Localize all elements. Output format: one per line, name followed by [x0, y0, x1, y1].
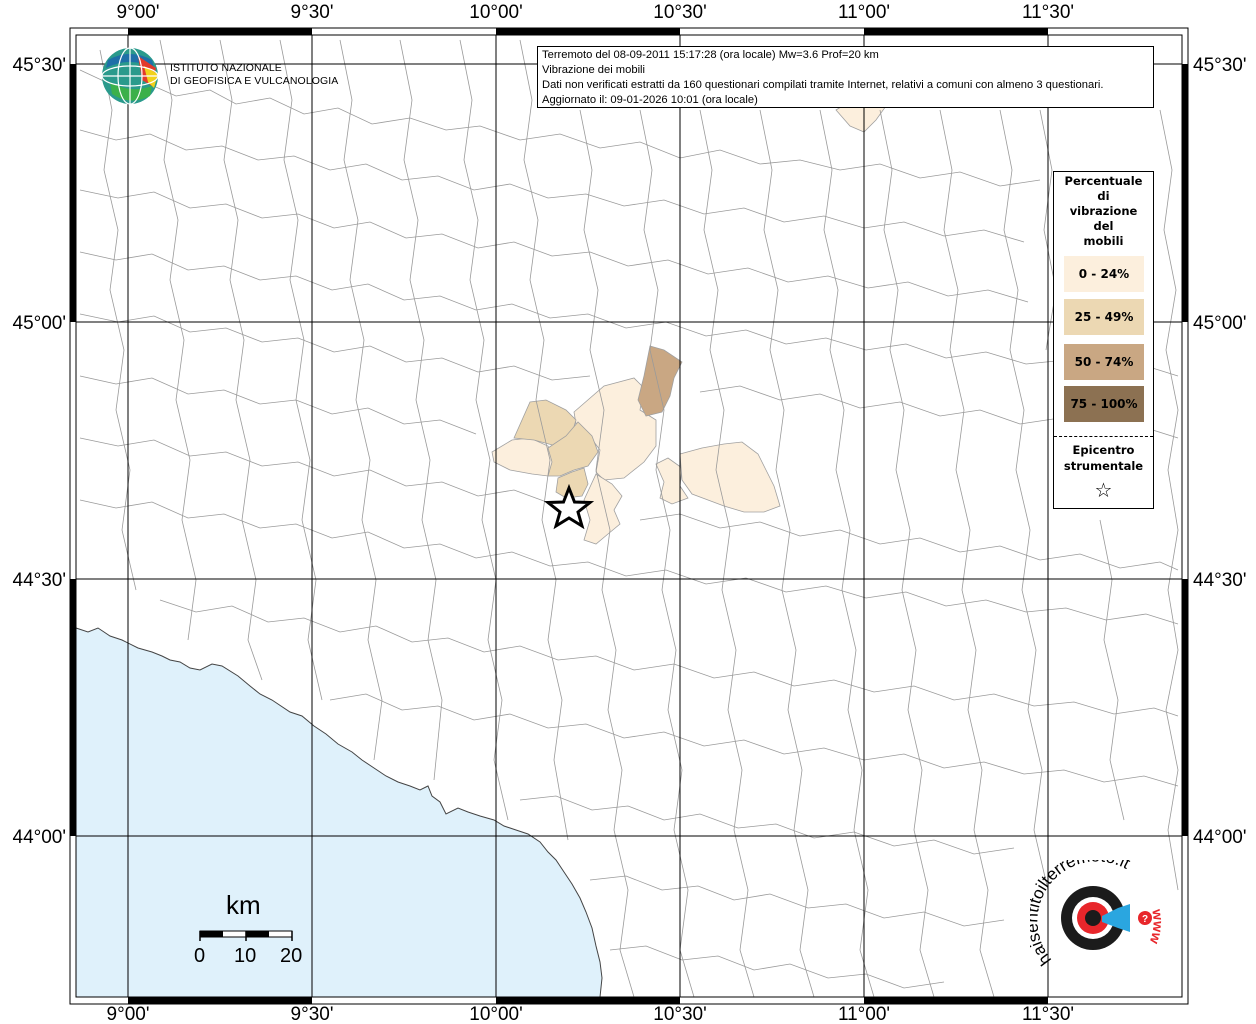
ingv-logo	[100, 46, 164, 114]
lat-label: 44°00'	[1193, 827, 1247, 848]
lon-label: 11°00'	[838, 2, 890, 23]
scale-tick: 10	[234, 945, 257, 967]
info-line-2: Vibrazione dei mobili	[542, 64, 646, 76]
legend-title: Percentuale di vibrazione del mobili	[1054, 172, 1153, 249]
svg-text:www: www	[1147, 907, 1167, 946]
scale-tick: 20	[280, 945, 303, 967]
legend-star-icon: ☆	[1094, 478, 1113, 502]
latitude-labels-right: 45°30' 45°00' 44°30' 44°00'	[1193, 55, 1247, 848]
longitude-labels-bottom: 9°00' 9°30' 10°00' 10°30' 11°00' 11°30'	[107, 1004, 1075, 1024]
legend-title-line: Percentuale	[1064, 174, 1143, 188]
legend-title-line: di	[1097, 189, 1110, 203]
scale-tick: 0	[194, 945, 206, 967]
legend-epicenter-title: Epicentro strumentale	[1054, 442, 1153, 474]
lat-label: 45°00'	[1193, 313, 1247, 334]
legend-class-label: 25 - 49%	[1074, 310, 1134, 324]
lon-label: 9°30'	[291, 1004, 334, 1024]
ingv-line-2: DI GEOFISICA E VULCANOLOGIA	[170, 75, 339, 87]
lat-label: 44°30'	[1193, 570, 1247, 591]
legend-epicenter-line: strumentale	[1063, 459, 1144, 473]
ingv-line-1: ISTITUTO NAZIONALE	[170, 62, 282, 74]
legend-class-swatch: 50 - 74%	[1064, 344, 1144, 380]
legend-class-label: 75 - 100%	[1070, 397, 1138, 411]
legend-class-label: 0 - 24%	[1078, 267, 1130, 281]
scale-unit: km	[226, 890, 261, 920]
legend-title-line: mobili	[1083, 234, 1124, 248]
legend-title-line: del	[1093, 219, 1114, 233]
lon-label: 11°30'	[1022, 2, 1074, 23]
lat-label: 45°00'	[13, 313, 67, 334]
lon-label: 9°00'	[117, 2, 160, 23]
hai-sentito-logo: ? haisentitoilterremoto.it www	[1030, 860, 1167, 969]
lat-label: 45°30'	[1193, 55, 1247, 76]
legend-class-swatch: 25 - 49%	[1064, 299, 1144, 335]
latitude-labels-left: 45°30' 45°00' 44°30' 44°00'	[13, 55, 67, 848]
svg-text:?: ?	[1142, 914, 1148, 925]
legend-class-label: 50 - 74%	[1074, 355, 1134, 369]
lat-label: 44°30'	[13, 570, 67, 591]
legend-separator	[1054, 436, 1153, 437]
lon-label: 10°00'	[469, 1004, 523, 1024]
lon-label: 11°00'	[838, 1004, 890, 1024]
legend: Percentuale di vibrazione del mobili 0 -…	[1053, 171, 1154, 509]
legend-class-swatch: 75 - 100%	[1064, 386, 1144, 422]
lon-label: 9°30'	[291, 2, 334, 23]
lon-label: 10°00'	[469, 2, 523, 23]
ingv-logo-text: ISTITUTO NAZIONALE DI GEOFISICA E VULCAN…	[170, 62, 338, 88]
lon-label: 11°30'	[1022, 1004, 1074, 1024]
lon-label: 10°30'	[653, 2, 707, 23]
longitude-labels-top: 9°00' 9°30' 10°00' 10°30' 11°00' 11°30'	[117, 2, 1075, 23]
hst-web: www	[1147, 907, 1167, 946]
earthquake-info-box: Terremoto del 08-09-2011 15:17:28 (ora l…	[537, 46, 1154, 108]
legend-title-line: vibrazione	[1069, 204, 1138, 218]
lat-label: 44°00'	[13, 827, 67, 848]
info-line-3: Dati non verificati estratti da 160 ques…	[542, 79, 1104, 91]
lon-label: 9°00'	[107, 1004, 150, 1024]
lat-label: 45°30'	[13, 55, 67, 76]
legend-class-swatch: 0 - 24%	[1064, 256, 1144, 292]
legend-epicenter-line: Epicentro	[1072, 443, 1135, 457]
lon-label: 10°30'	[653, 1004, 707, 1024]
globe-icon	[101, 47, 159, 105]
info-line-1: Terremoto del 08-09-2011 15:17:28 (ora l…	[542, 49, 879, 61]
info-line-4: Aggiornato il: 09-01-2026 10:01 (ora loc…	[542, 94, 758, 106]
